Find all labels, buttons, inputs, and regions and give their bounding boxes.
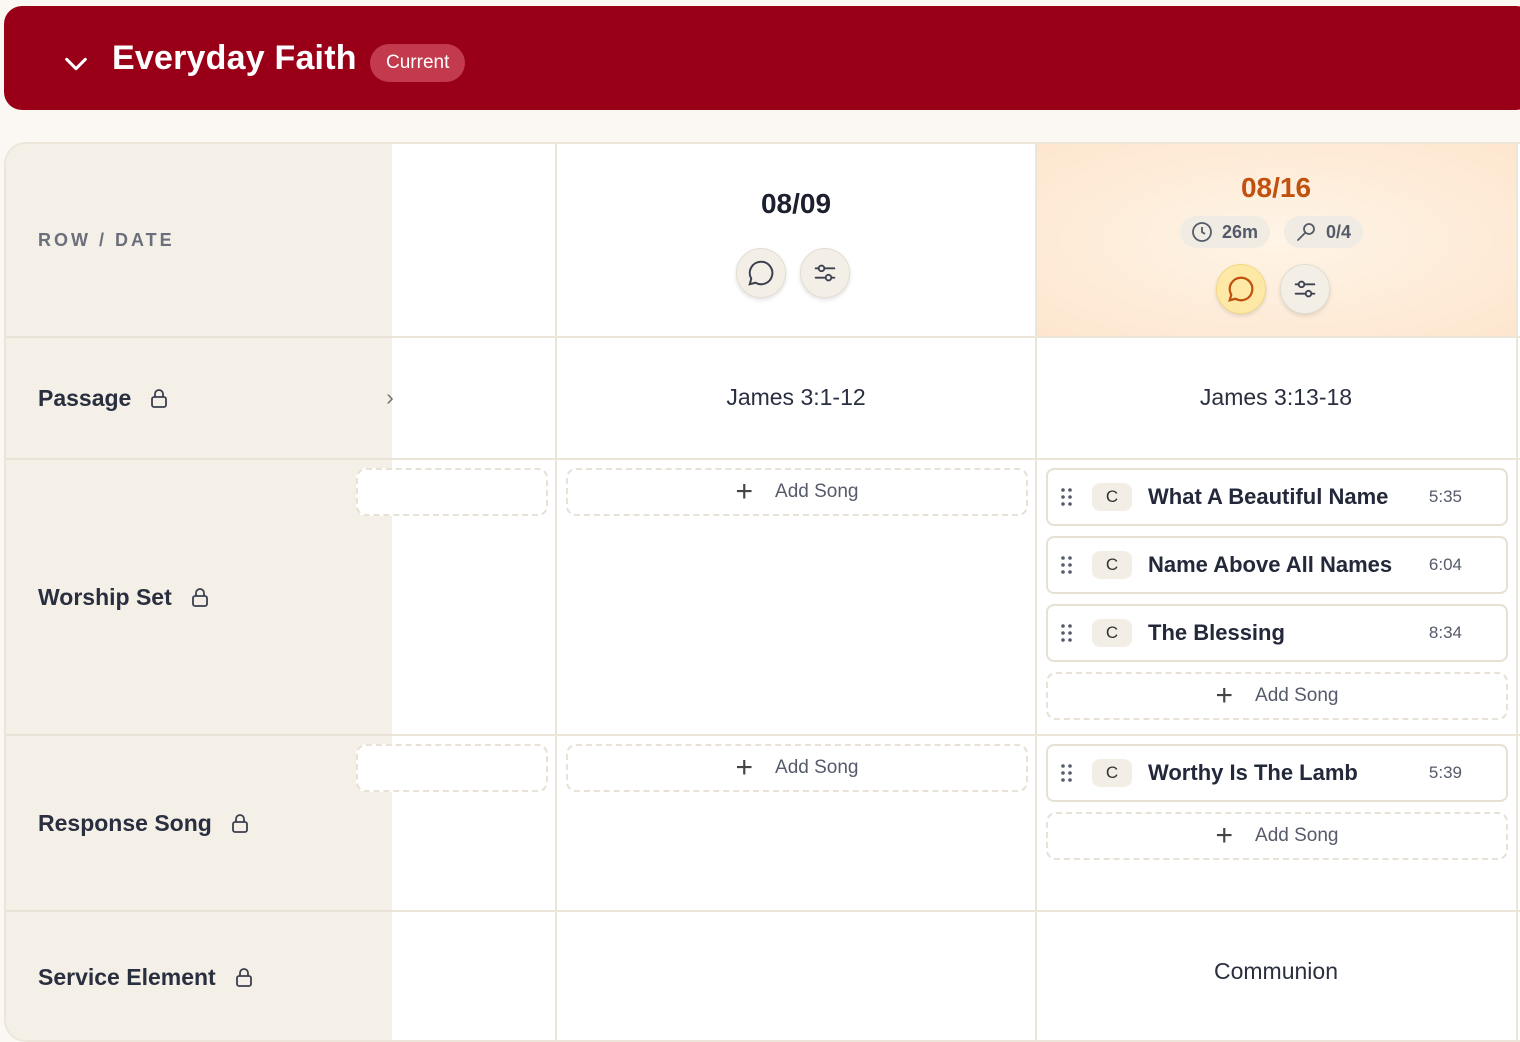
row-label-worship-set: Worship Set xyxy=(6,460,392,736)
comments-button[interactable] xyxy=(736,248,786,298)
planning-grid: ROW / DATE Passage Worship Set Response … xyxy=(4,142,1520,1042)
column-date-current[interactable]: 08/16 xyxy=(1037,172,1515,204)
song-key[interactable]: C xyxy=(1092,619,1132,647)
song-duration: 5:39 xyxy=(1428,763,1462,782)
add-song-label: Add Song xyxy=(775,481,859,502)
partial-passage-text: › xyxy=(386,384,394,410)
clock-icon xyxy=(1192,222,1212,242)
row-label-text: Response Song xyxy=(38,809,212,836)
section-title: Everyday Faith xyxy=(112,39,357,77)
lock-icon[interactable] xyxy=(188,585,212,609)
row-divider xyxy=(392,734,1520,736)
song-title: Worthy Is The Lamb xyxy=(1148,760,1358,785)
passage-text[interactable]: James 3:1-12 xyxy=(557,384,1035,411)
song-title: What A Beautiful Name xyxy=(1148,484,1389,509)
assignments-pill: 0/4 xyxy=(1284,216,1364,248)
drag-handle-icon[interactable] xyxy=(1060,623,1074,643)
duration-pill: 26m xyxy=(1180,216,1271,248)
add-song-label: Add Song xyxy=(775,757,859,778)
settings-button[interactable] xyxy=(800,248,850,298)
row-label-text: Worship Set xyxy=(38,583,172,610)
plus-icon: + xyxy=(1215,819,1234,852)
song-duration: 6:04 xyxy=(1428,555,1462,574)
plus-icon: + xyxy=(735,751,754,784)
row-divider xyxy=(392,910,1520,912)
row-label-text: Passage xyxy=(38,384,132,411)
plus-icon: + xyxy=(735,475,754,508)
song-duration: 5:35 xyxy=(1428,487,1462,506)
duration-value: 26m xyxy=(1222,221,1259,242)
add-song-button[interactable]: + Add Song xyxy=(566,744,1028,792)
song-title: The Blessing xyxy=(1148,620,1285,645)
add-song-button[interactable]: + Add Song xyxy=(1046,812,1508,860)
column-divider xyxy=(1516,144,1518,1040)
song-card[interactable]: C Worthy Is The Lamb 5:39 xyxy=(1046,744,1508,802)
chevron-down-icon[interactable] xyxy=(62,50,90,78)
speech-bubble-icon xyxy=(1228,276,1254,302)
column-divider xyxy=(555,144,557,1040)
row-divider xyxy=(392,458,1520,460)
lock-icon[interactable] xyxy=(147,386,171,410)
drag-handle-icon[interactable] xyxy=(1060,763,1074,783)
lock-icon[interactable] xyxy=(228,811,252,835)
song-key[interactable]: C xyxy=(1092,551,1132,579)
sliders-icon xyxy=(814,264,836,282)
settings-button[interactable] xyxy=(1280,264,1330,314)
drag-handle-icon[interactable] xyxy=(1060,487,1074,507)
add-song-button[interactable]: + Add Song xyxy=(566,468,1028,516)
microphone-icon xyxy=(1297,223,1315,241)
plus-icon: + xyxy=(1215,679,1234,712)
row-label-response-song: Response Song xyxy=(6,736,392,912)
passage-text[interactable]: James 3:13-18 xyxy=(1037,384,1515,411)
add-song-button[interactable]: + Add Song xyxy=(1046,672,1508,720)
song-card[interactable]: C What A Beautiful Name 5:35 xyxy=(1046,468,1508,526)
row-label-text: Service Element xyxy=(38,963,216,990)
row-labels-column: ROW / DATE Passage Worship Set Response … xyxy=(6,144,392,1040)
row-date-header-label: ROW / DATE xyxy=(38,229,175,250)
row-divider xyxy=(392,336,1520,338)
section-header-banner: Everyday Faith Current xyxy=(4,6,1520,110)
row-label-passage: Passage xyxy=(6,338,392,460)
partial-add-song-response[interactable] xyxy=(356,744,548,792)
song-title: Name Above All Names xyxy=(1148,552,1393,577)
song-key[interactable]: C xyxy=(1092,759,1132,787)
song-key[interactable]: C xyxy=(1092,483,1132,511)
add-song-label: Add Song xyxy=(1255,825,1339,846)
row-date-header: ROW / DATE xyxy=(6,144,392,338)
comments-button-active[interactable] xyxy=(1216,264,1266,314)
partial-add-song-worship[interactable] xyxy=(356,468,548,516)
column-divider xyxy=(1035,144,1037,1040)
drag-handle-icon[interactable] xyxy=(1060,555,1074,575)
row-label-service-element: Service Element xyxy=(6,912,392,1040)
sliders-icon xyxy=(1294,280,1316,298)
lock-icon[interactable] xyxy=(232,965,256,989)
song-card[interactable]: C The Blessing 8:34 xyxy=(1046,604,1508,662)
speech-bubble-icon xyxy=(748,260,774,286)
column-date[interactable]: 08/09 xyxy=(557,188,1035,220)
current-badge: Current xyxy=(370,44,466,82)
service-element-text[interactable]: Communion xyxy=(1037,958,1515,985)
assigned-count: 0/4 xyxy=(1326,221,1352,242)
song-card[interactable]: C Name Above All Names 6:04 xyxy=(1046,536,1508,594)
song-duration: 8:34 xyxy=(1428,623,1462,642)
add-song-label: Add Song xyxy=(1255,685,1339,706)
